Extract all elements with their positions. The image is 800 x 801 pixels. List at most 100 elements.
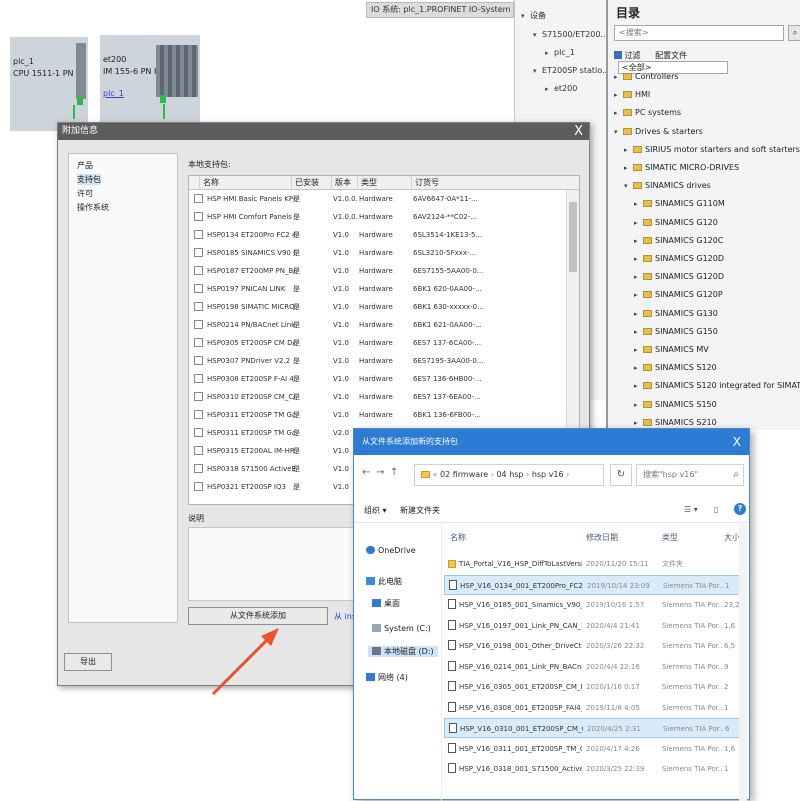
- nav-item-license[interactable]: 许可: [77, 188, 93, 199]
- preview-pane-icon[interactable]: ▯: [714, 505, 718, 514]
- tree-item[interactable]: ▸ et200: [545, 84, 577, 93]
- chevron-right-icon[interactable]: ▸: [634, 328, 643, 336]
- file-row[interactable]: HSP_V16_0305_001_ET200SP_CM_DAL... 2020/1…: [444, 677, 740, 697]
- add-from-file-button[interactable]: 从文件系统添加: [188, 607, 328, 625]
- file-row[interactable]: HSP_V16_0318_001_S71500_ActiveBac... 2020…: [444, 759, 740, 779]
- catalog-item[interactable]: ▸ PC systems: [614, 108, 681, 117]
- breadcrumb-item[interactable]: 04 hsp: [496, 470, 523, 479]
- table-row[interactable]: HSP0134 ET200Pro FC2 4.7 是 V1.0 Hardware 6SL…: [189, 226, 567, 244]
- file-row[interactable]: HSP_V16_0311_001_ET200SP_TM_Ga... 2020/4/…: [444, 739, 740, 759]
- tree-item[interactable]: ▾ ET200SP statio...: [533, 66, 610, 75]
- view-options-icon[interactable]: ☰ ▾: [684, 505, 698, 514]
- table-row[interactable]: HSP HMI Comfort Panels 1500...是 V1.0.0...…: [189, 208, 567, 226]
- catalog-item[interactable]: ▸ SINAMICS G150: [634, 327, 718, 336]
- row-checkbox[interactable]: [194, 302, 203, 311]
- table-row[interactable]: HSP0214 PN/BACnet Link V1.0是 V1.0 Hardware…: [189, 316, 567, 334]
- row-checkbox[interactable]: [194, 230, 203, 239]
- nav-item-product[interactable]: 产品: [77, 160, 93, 171]
- row-checkbox[interactable]: [194, 446, 203, 455]
- address-bar[interactable]: « 02 firmware › 04 hsp › hsp v16 ›: [414, 464, 604, 486]
- filter-checkbox[interactable]: [614, 51, 622, 59]
- catalog-item[interactable]: ▸ SIRIUS motor starters and soft starters: [624, 145, 800, 154]
- chevron-right-icon[interactable]: ▸: [634, 237, 643, 245]
- row-checkbox[interactable]: [194, 428, 203, 437]
- chevron-right-icon[interactable]: ▸: [624, 146, 633, 154]
- chevron-right-icon[interactable]: ▸: [634, 255, 643, 263]
- device-link[interactable]: plc_1: [103, 89, 124, 98]
- file-row[interactable]: HSP_V16_0197_001_Link_PN_CAN_1.0... 2020/…: [444, 616, 740, 636]
- col-order-number[interactable]: 订货号: [411, 176, 567, 190]
- search-icon[interactable]: ⌕: [733, 465, 739, 485]
- chevron-right-icon[interactable]: ▸: [634, 382, 643, 390]
- table-row[interactable]: HSP0305 ET200SP CM DALI 1.0是 V1.0 Hardware…: [189, 334, 567, 352]
- chevron-right-icon[interactable]: ▸: [634, 219, 643, 227]
- chevron-right-icon[interactable]: ▸: [614, 109, 623, 117]
- row-checkbox[interactable]: [194, 482, 203, 491]
- row-checkbox[interactable]: [194, 248, 203, 257]
- catalog-item[interactable]: ▾ SINAMICS drives: [624, 181, 711, 190]
- nav-item-support-packages[interactable]: 支持包: [77, 174, 101, 185]
- table-row[interactable]: HSP0197 PNICAN LINK 是 V1.0 Hardware 6BK1 620…: [189, 280, 567, 298]
- nav-drive-c[interactable]: System (C:): [372, 624, 431, 633]
- catalog-item[interactable]: ▾ Drives & starters: [614, 127, 703, 136]
- col-file-type[interactable]: 类型: [662, 532, 678, 543]
- catalog-item[interactable]: ▸ SINAMICS S210: [634, 418, 717, 427]
- table-row[interactable]: HSP0308 ET200SP F-AI 4xU HF是 V1.0 Hardware…: [189, 370, 567, 388]
- help-icon[interactable]: ?: [734, 503, 746, 515]
- tree-item[interactable]: ▾ S71500/ET200...: [533, 30, 608, 39]
- file-row[interactable]: HSP_V16_0198_001_Other_DriveCtrl_1... 202…: [444, 636, 740, 656]
- close-icon[interactable]: X: [733, 429, 741, 455]
- chevron-down-icon[interactable]: ▾: [624, 182, 633, 190]
- col-version[interactable]: 版本: [331, 176, 357, 190]
- nav-item-os[interactable]: 操作系统: [77, 202, 109, 213]
- nav-this-pc[interactable]: 此电脑: [366, 576, 402, 587]
- col-size[interactable]: 大小: [724, 532, 740, 543]
- chevron-right-icon[interactable]: ▸: [634, 273, 643, 281]
- catalog-item[interactable]: ▸ SINAMICS S120: [634, 363, 717, 372]
- chevron-right-icon[interactable]: ▸: [634, 364, 643, 372]
- col-modified[interactable]: 修改日期: [586, 532, 618, 543]
- row-checkbox[interactable]: [194, 266, 203, 275]
- catalog-item[interactable]: ▸ SINAMICS G120: [634, 218, 718, 227]
- file-row[interactable]: HSP_V16_0185_001_Sinamics_V90_PN... 2019/…: [444, 595, 740, 615]
- close-icon[interactable]: X: [574, 123, 583, 140]
- table-row[interactable]: HSP0198 SIMATIC MICRO-DRI...是 V1.0 Hardwar…: [189, 298, 567, 316]
- chevron-right-icon[interactable]: ▸: [614, 91, 623, 99]
- chevron-right-icon[interactable]: ▸: [614, 73, 623, 81]
- catalog-item[interactable]: ▸ SINAMICS G130: [634, 309, 718, 318]
- col-name[interactable]: 名称: [199, 176, 291, 190]
- tree-item-devices[interactable]: ▾ 设备: [521, 10, 546, 21]
- catalog-item[interactable]: ▸ SINAMICS MV: [634, 345, 709, 354]
- col-installed[interactable]: 已安装: [291, 176, 331, 190]
- chevron-right-icon[interactable]: ▸: [634, 200, 643, 208]
- refresh-icon[interactable]: ↻: [610, 464, 632, 486]
- chevron-right-icon[interactable]: ▸: [634, 346, 643, 354]
- up-icon[interactable]: ↑: [390, 467, 398, 478]
- nav-drive-d[interactable]: 本地磁盘 (D:): [368, 646, 438, 657]
- new-folder-button[interactable]: 新建文件夹: [400, 505, 440, 516]
- nav-desktop[interactable]: 桌面: [372, 598, 400, 609]
- catalog-item[interactable]: ▸ Controllers: [614, 72, 679, 81]
- table-row[interactable]: HSP HMI Basic Panels KP400...是 V1.0.0...H…: [189, 190, 567, 208]
- forward-icon[interactable]: →: [376, 467, 384, 478]
- table-row[interactable]: HSP0307 PNDriver V2.2 是 V1.0 Hardware 6ES719…: [189, 352, 567, 370]
- row-checkbox[interactable]: [194, 284, 203, 293]
- back-icon[interactable]: ←: [362, 467, 370, 478]
- row-checkbox[interactable]: [194, 356, 203, 365]
- catalog-item[interactable]: ▸ SINAMICS G120P: [634, 290, 723, 299]
- search-icon[interactable]: ⌕: [788, 25, 800, 41]
- export-button[interactable]: 导出: [64, 653, 112, 671]
- file-row[interactable]: HSP_V16_0134_001_ET200Pro_FC2_4.7... 2019…: [444, 574, 740, 595]
- file-search-input[interactable]: 搜索"hsp v16" ⌕: [636, 464, 744, 486]
- catalog-item[interactable]: ▸ SINAMICS G110M: [634, 199, 725, 208]
- table-row[interactable]: HSP0310 ET200SP CM_CAN 1.0是 V1.0 Hardware 6…: [189, 388, 567, 406]
- tree-item[interactable]: ▸ plc_1: [545, 48, 575, 57]
- file-list-scrollbar[interactable]: [739, 524, 747, 801]
- nav-onedrive[interactable]: OneDrive: [366, 546, 416, 555]
- chevron-right-icon[interactable]: ▸: [634, 310, 643, 318]
- col-type[interactable]: 类型: [357, 176, 411, 190]
- file-row[interactable]: HSP_V16_0214_001_Link_PN_BACnet_... 2020/…: [444, 657, 740, 677]
- catalog-item[interactable]: ▸ SIMATIC MICRO-DRIVES: [624, 163, 739, 172]
- table-row[interactable]: HSP0187 ET200MP PN_BA_4...是 V1.0 Hardware 6…: [189, 262, 567, 280]
- catalog-item[interactable]: ▸ SINAMICS S120 integrated for SIMATIC: [634, 381, 800, 390]
